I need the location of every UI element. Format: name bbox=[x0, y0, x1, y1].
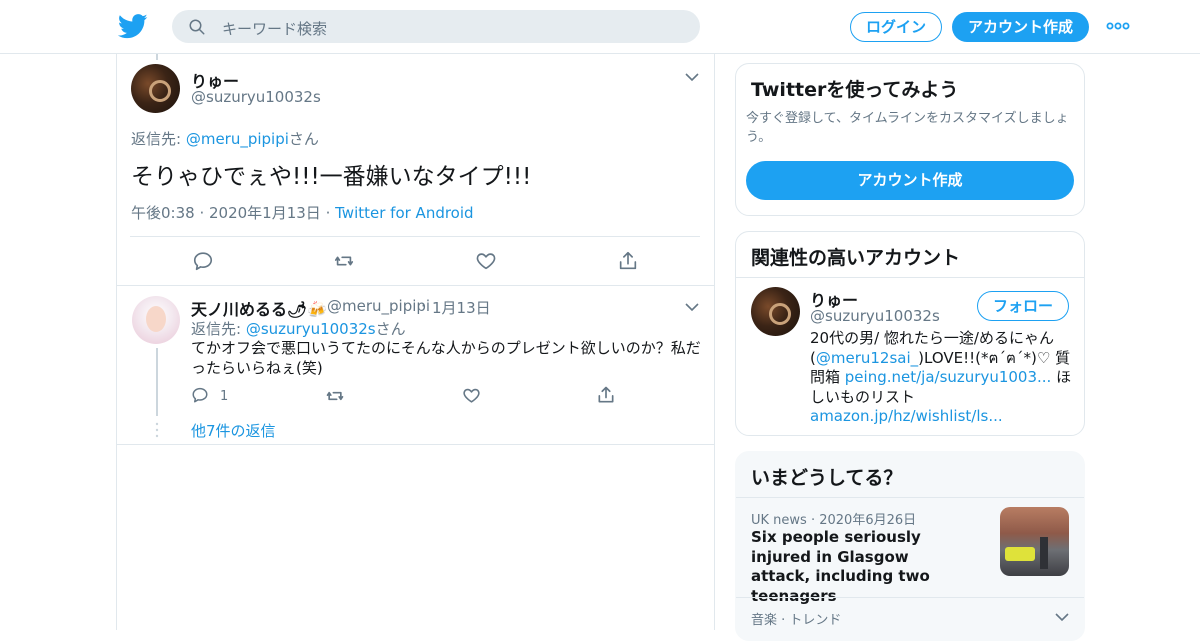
thread-dots bbox=[155, 422, 159, 438]
divider bbox=[117, 444, 714, 445]
signup-prompt-card: Twitterを使ってみよう 今すぐ登録して、タイムラインをカスタマイズしましょ… bbox=[735, 63, 1085, 216]
top-navigation-bar: キーワード検索 ログイン アカウント作成 bbox=[0, 0, 1200, 54]
account-bio: 20代の男/ 惚れたら一途/めるにゃん(@meru12sai_)LOVE!!(*… bbox=[810, 329, 1072, 427]
chevron-down-icon[interactable] bbox=[685, 302, 699, 312]
meta-separator: · bbox=[194, 204, 209, 222]
card-title: いまどうしてる？ bbox=[751, 467, 903, 489]
like-icon[interactable] bbox=[462, 386, 481, 405]
thread-line bbox=[156, 348, 158, 416]
follow-button[interactable]: フォロー bbox=[977, 291, 1069, 321]
chevron-down-icon[interactable] bbox=[685, 72, 699, 82]
news-date: 2020年6月26日 bbox=[819, 513, 917, 528]
more-dots-icon[interactable] bbox=[1106, 20, 1130, 32]
bio-url-link[interactable]: amazon.jp/hz/wishlist/ls... bbox=[810, 407, 1003, 425]
related-accounts-card: 関連性の高いアカウント りゅー @suzuryu10032s フォロー 20代の… bbox=[735, 231, 1085, 436]
share-icon[interactable] bbox=[617, 250, 639, 272]
divider bbox=[736, 497, 1084, 498]
trend-category: 音楽 · トレンド bbox=[751, 613, 842, 628]
retweet-icon[interactable] bbox=[325, 386, 345, 406]
reply-author-handle[interactable]: @meru_pipipi bbox=[327, 297, 430, 315]
reply-to-line: 返信先: @meru_pipipiさん bbox=[131, 128, 319, 149]
search-input[interactable]: キーワード検索 bbox=[222, 18, 327, 39]
reply-to-handle-link[interactable]: @suzuryu10032s bbox=[246, 320, 376, 338]
card-title: Twitterを使ってみよう bbox=[751, 79, 959, 101]
tweet-time[interactable]: 午後0:38 bbox=[131, 204, 195, 222]
divider bbox=[130, 236, 700, 237]
avatar[interactable] bbox=[751, 287, 800, 336]
tweet-meta: 午後0:38 · 2020年1月13日 · Twitter for Androi… bbox=[131, 202, 474, 223]
main-timeline-column: りゅー @suzuryu10032s 返信先: @meru_pipipiさん そ… bbox=[116, 54, 715, 630]
thread-line bbox=[156, 54, 158, 60]
avatar[interactable] bbox=[131, 64, 180, 113]
news-headline[interactable]: Six people seriously injured in Glasgow … bbox=[751, 528, 966, 606]
signup-button[interactable]: アカウント作成 bbox=[952, 12, 1089, 42]
divider bbox=[736, 277, 1084, 278]
chevron-down-icon[interactable] bbox=[1055, 612, 1069, 622]
news-category: UK news bbox=[751, 513, 807, 528]
divider bbox=[736, 597, 1084, 598]
like-icon[interactable] bbox=[475, 250, 497, 272]
reply-to-prefix: 返信先: bbox=[191, 320, 246, 338]
reply-to-prefix: 返信先: bbox=[131, 130, 186, 148]
tweet-author-handle[interactable]: @suzuryu10032s bbox=[191, 88, 321, 106]
reply-date[interactable]: 1月13日 bbox=[432, 297, 491, 318]
reply-count: 1 bbox=[220, 389, 229, 404]
more-replies-link[interactable]: 他7件の返信 bbox=[191, 420, 276, 441]
twitter-bird-icon[interactable] bbox=[118, 11, 148, 41]
reply-to-suffix: さん bbox=[288, 130, 319, 148]
avatar[interactable] bbox=[132, 296, 180, 344]
tweet-date[interactable]: 2020年1月13日 bbox=[209, 204, 321, 222]
share-icon[interactable] bbox=[596, 385, 616, 405]
account-handle[interactable]: @suzuryu10032s bbox=[810, 307, 940, 325]
reply-to-suffix: さん bbox=[375, 320, 406, 338]
bio-url-link[interactable]: peing.net/ja/suzuryu1003... bbox=[845, 368, 1052, 386]
divider bbox=[117, 285, 714, 286]
retweet-icon[interactable] bbox=[333, 250, 355, 272]
search-box[interactable]: キーワード検索 bbox=[172, 10, 700, 43]
search-icon bbox=[189, 19, 205, 35]
bio-mention-link[interactable]: @meru12sai_ bbox=[816, 349, 918, 367]
reply-to-handle-link[interactable]: @meru_pipipi bbox=[186, 130, 289, 148]
reply-icon[interactable] bbox=[192, 250, 214, 272]
card-subtitle: 今すぐ登録して、タイムラインをカスタマイズしましょう。 bbox=[746, 111, 1069, 145]
meta-separator: · bbox=[421, 297, 426, 315]
reply-to-line: 返信先: @suzuryu10032sさん bbox=[191, 318, 406, 339]
reply-author-name[interactable]: 天ノ川めるる🌶🍻 bbox=[191, 296, 327, 320]
card-title: 関連性の高いアカウント bbox=[751, 247, 961, 269]
tweet-text: そりゃひでぇや!!!一番嫌いなタイプ!!! bbox=[131, 164, 532, 190]
signup-button[interactable]: アカウント作成 bbox=[746, 161, 1074, 200]
tweet-source-link[interactable]: Twitter for Android bbox=[335, 204, 473, 222]
reply-icon[interactable] bbox=[191, 386, 209, 404]
trends-card: いまどうしてる？ UK news · 2020年6月26日 Six people… bbox=[735, 451, 1085, 641]
login-button[interactable]: ログイン bbox=[850, 12, 942, 42]
reply-text: てかオフ会で悪口いうてたのにそんな人からのプレゼント欲しいのか？私だったらいらね… bbox=[191, 339, 701, 377]
meta-separator: · bbox=[806, 513, 820, 528]
news-meta: UK news · 2020年6月26日 bbox=[751, 509, 916, 528]
news-thumbnail[interactable] bbox=[1000, 507, 1069, 576]
meta-separator: · bbox=[320, 204, 336, 222]
